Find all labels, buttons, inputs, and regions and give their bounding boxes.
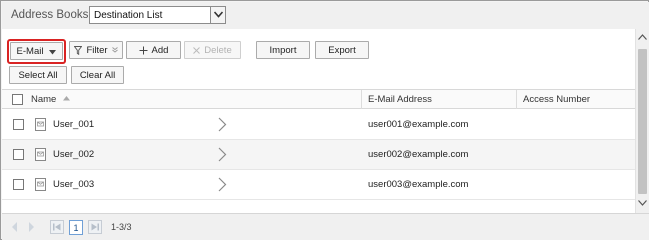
first-page-icon[interactable] (50, 220, 64, 234)
clear-all-button[interactable]: Clear All (71, 66, 124, 84)
chevron-right-icon[interactable] (218, 177, 227, 192)
row-email: user003@example.com (368, 179, 469, 190)
header-bar: Address Books Destination List (2, 2, 649, 29)
address-book-window: Address Books Destination List E-Mail Fi… (0, 0, 649, 240)
table-row[interactable]: User_002 user002@example.com (2, 140, 635, 170)
clear-all-label: Clear All (79, 69, 116, 81)
sort-up-icon (62, 96, 70, 101)
select-all-checkbox[interactable] (12, 94, 23, 105)
scroll-down-icon (638, 200, 647, 206)
column-header-email[interactable]: E-Mail Address (368, 94, 432, 105)
scroll-up-icon (638, 34, 647, 40)
column-divider (516, 90, 517, 109)
table-row[interactable]: User_003 user003@example.com (2, 170, 635, 200)
filter-icon (74, 45, 83, 55)
x-icon (193, 46, 201, 54)
delete-label: Delete (204, 44, 232, 56)
chevron-down-icon (214, 11, 223, 18)
select-dropdown-button[interactable] (210, 7, 225, 23)
next-page-arrow-icon[interactable] (27, 220, 36, 234)
filter-label: Filter (86, 44, 108, 56)
chevron-right-icon[interactable] (218, 147, 227, 162)
highlight-box (7, 39, 66, 64)
column-divider (361, 90, 362, 109)
row-email: user002@example.com (368, 149, 469, 160)
export-label: Export (328, 44, 356, 56)
content-area: E-Mail Filter Add Delete Import Export S… (2, 29, 635, 213)
chevron-right-icon[interactable] (218, 117, 227, 132)
table-header: Name E-Mail Address Access Number (2, 89, 635, 109)
address-book-select[interactable]: Destination List (89, 6, 226, 24)
row-checkbox[interactable] (13, 149, 24, 160)
table-row[interactable]: User_001 user001@example.com (2, 110, 635, 140)
column-header-name[interactable]: Name (31, 94, 70, 105)
current-page-number[interactable]: 1 (69, 220, 83, 235)
page-title: Address Books (11, 9, 89, 21)
filter-button[interactable]: Filter (69, 41, 123, 59)
import-label: Import (269, 44, 297, 56)
row-name: User_002 (53, 149, 95, 160)
last-page-icon[interactable] (88, 220, 102, 234)
select-all-button[interactable]: Select All (9, 66, 67, 84)
add-label: Add (151, 44, 169, 56)
select-all-label: Select All (18, 69, 58, 81)
delete-button[interactable]: Delete (184, 41, 241, 59)
page-range: 1-3/3 (111, 222, 132, 232)
address-book-select-value: Destination List (94, 10, 163, 21)
export-button[interactable]: Export (315, 41, 369, 59)
column-header-access-number[interactable]: Access Number (523, 94, 590, 105)
row-email: user001@example.com (368, 119, 469, 130)
row-name: User_001 (53, 119, 95, 130)
scrollbar-thumb[interactable] (638, 49, 647, 194)
add-button[interactable]: Add (126, 41, 181, 59)
plus-icon (139, 46, 148, 54)
column-header-name-label: Name (31, 94, 57, 105)
row-name: User_003 (53, 179, 95, 190)
row-checkbox[interactable] (13, 119, 24, 130)
contact-card-icon (35, 178, 46, 191)
double-chevron-down-icon (111, 47, 118, 53)
import-button[interactable]: Import (256, 41, 310, 59)
scroll-up-button[interactable] (636, 29, 649, 47)
pagination-bar: 1 1-3/3 (2, 213, 649, 240)
vertical-scrollbar[interactable] (635, 29, 649, 213)
contact-card-icon (35, 118, 46, 131)
prev-page-arrow-icon[interactable] (10, 220, 19, 234)
scroll-down-button[interactable] (636, 195, 649, 213)
contact-card-icon (35, 148, 46, 161)
row-checkbox[interactable] (13, 179, 24, 190)
